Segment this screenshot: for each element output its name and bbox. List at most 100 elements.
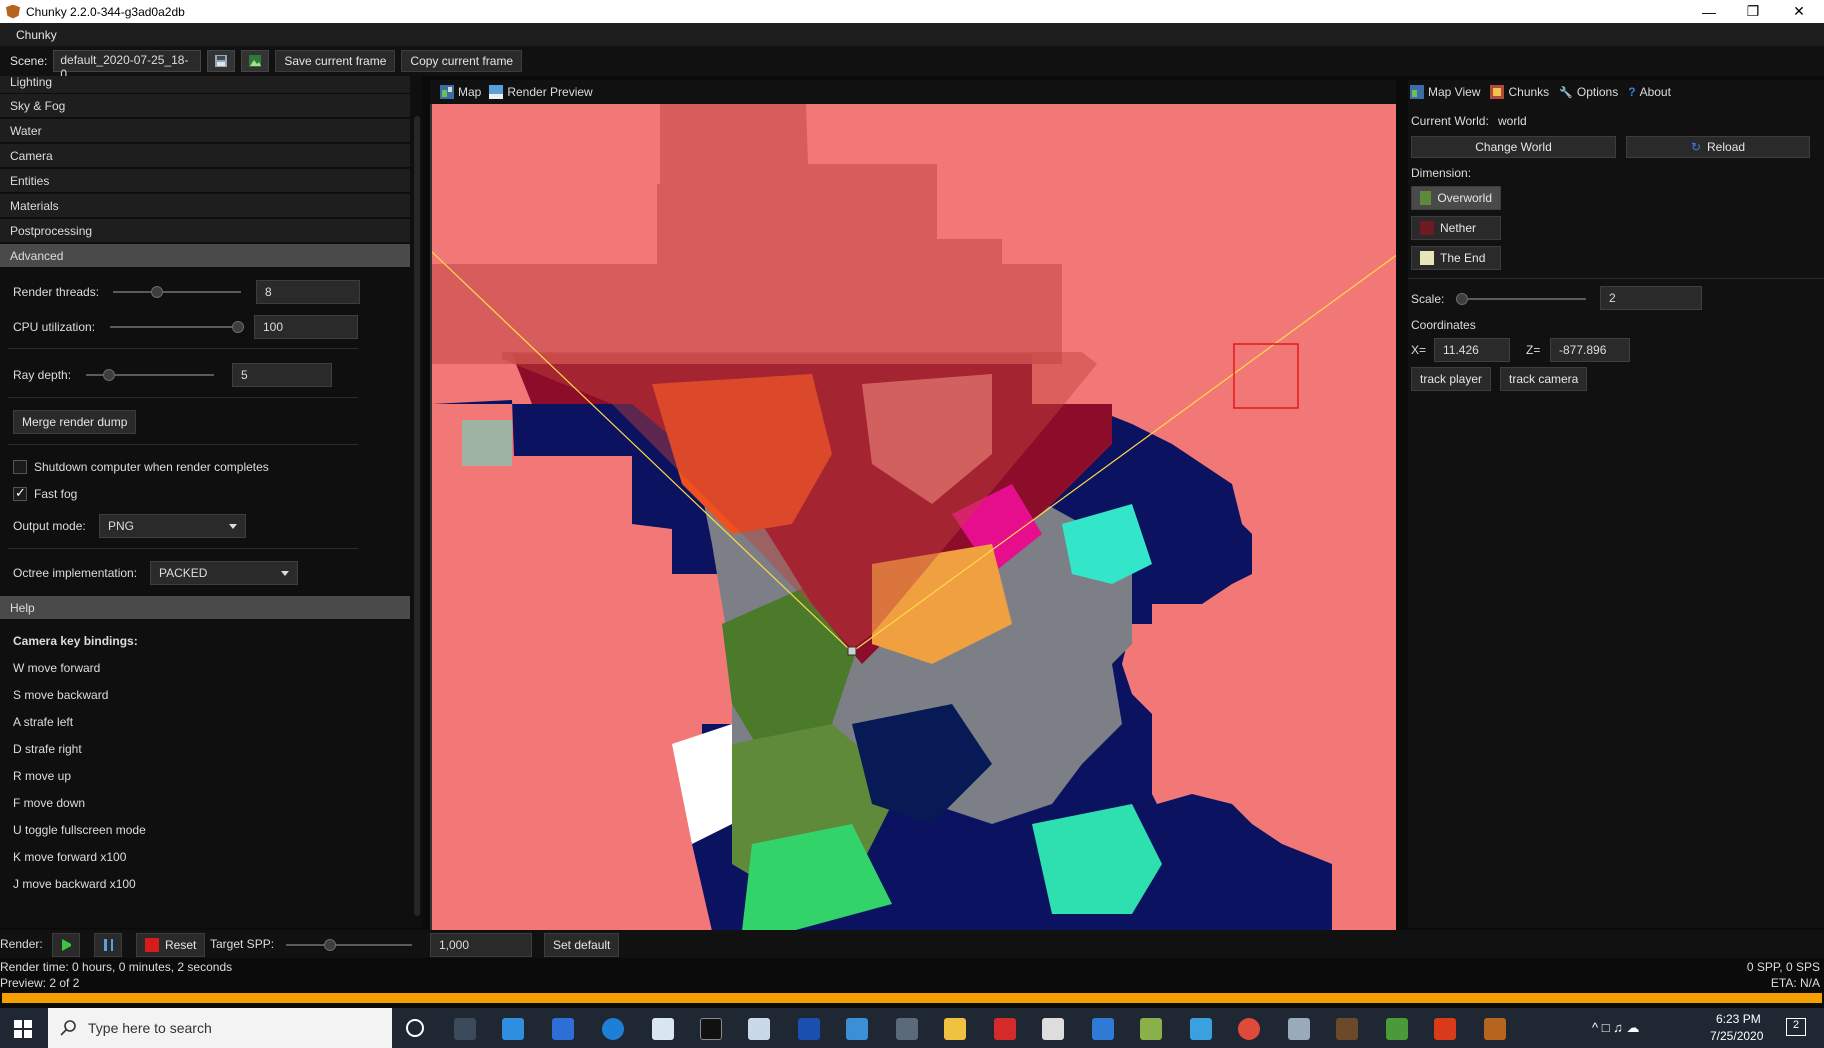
tab-about[interactable]: ? About — [1628, 85, 1671, 99]
taskbar-search[interactable]: Type here to search — [48, 1008, 392, 1048]
section-postprocessing[interactable]: Postprocessing — [0, 219, 410, 243]
restore-button[interactable]: ❐ — [1730, 0, 1776, 23]
scale-field[interactable]: 2 — [1600, 286, 1702, 310]
ray-depth-slider[interactable] — [86, 369, 214, 381]
menu-chunky[interactable]: Chunky — [16, 28, 57, 42]
section-advanced[interactable]: Advanced — [0, 244, 410, 268]
scene-label: Scene: — [10, 54, 48, 68]
video-icon[interactable] — [1042, 1018, 1064, 1040]
octree-select[interactable]: PACKED — [150, 561, 298, 585]
fast-fog-checkbox[interactable]: ✓ — [13, 485, 27, 501]
settings-scrollbar[interactable] — [412, 76, 422, 928]
pause-render-button[interactable] — [94, 933, 122, 957]
section-camera[interactable]: Camera — [0, 144, 410, 168]
ray-depth-knob[interactable] — [103, 369, 115, 381]
load-scene-button[interactable] — [241, 50, 270, 72]
office-icon[interactable] — [1434, 1018, 1456, 1040]
shutdown-checkbox[interactable] — [13, 460, 27, 474]
scene-name-field[interactable]: default_2020-07-25_18-0 — [53, 50, 202, 81]
render-threads-knob[interactable] — [151, 286, 163, 298]
start-render-button[interactable] — [52, 933, 80, 957]
render-time: Render time: 0 hours, 0 minutes, 2 secon… — [0, 960, 233, 974]
minecraft-launcher-icon[interactable] — [1386, 1018, 1408, 1040]
paint-icon[interactable] — [1140, 1018, 1162, 1040]
tab-map-view[interactable]: Map View — [1410, 85, 1480, 99]
system-tray-icons[interactable]: ^ □ ♫ ☁ — [1592, 1020, 1640, 1036]
calculator-icon[interactable] — [896, 1018, 918, 1040]
save-icon — [215, 55, 228, 67]
terminal-icon[interactable] — [700, 1018, 722, 1040]
chrome-icon[interactable] — [1238, 1018, 1260, 1040]
edge-icon[interactable] — [602, 1018, 624, 1040]
change-world-button[interactable]: Change World — [1411, 136, 1616, 158]
spp-status: 0 SPP, 0 SPS — [1746, 960, 1820, 974]
pdf-icon[interactable] — [994, 1018, 1016, 1040]
track-player-button[interactable]: track player — [1411, 367, 1492, 391]
z-coordinate-field[interactable]: -877.896 — [1550, 338, 1630, 362]
terrain-patch — [462, 420, 512, 466]
cpu-utilization-slider[interactable] — [110, 321, 244, 333]
coordinates-label: Coordinates — [1411, 318, 1476, 332]
notification-badge[interactable]: 2 — [1786, 1018, 1806, 1036]
app-icon[interactable] — [798, 1018, 820, 1040]
tab-render-preview[interactable]: Render Preview — [489, 85, 593, 99]
minecraft-icon[interactable] — [1336, 1018, 1358, 1040]
dimension-end-button[interactable]: The End — [1411, 246, 1501, 270]
render-threads-field[interactable]: 8 — [256, 280, 360, 304]
tab-options[interactable]: 🔧 Options — [1559, 85, 1618, 99]
save-frame-button[interactable]: Save current frame — [275, 50, 396, 72]
cpu-utilization-knob[interactable] — [232, 321, 244, 333]
tab-map[interactable]: Map — [440, 85, 481, 99]
clock-date[interactable]: 7/25/2020 — [1710, 1029, 1763, 1043]
track-camera-button[interactable]: track camera — [1500, 367, 1588, 391]
camera-marker — [847, 646, 857, 656]
cpu-utilization-field[interactable]: 100 — [254, 315, 358, 339]
x-coordinate-field[interactable]: 11.426 — [1434, 338, 1510, 362]
task-view-icon[interactable] — [454, 1018, 476, 1040]
target-spp-knob[interactable] — [324, 939, 336, 951]
copy-frame-button[interactable]: Copy current frame — [401, 50, 523, 72]
reload-button[interactable]: ↻ Reload — [1626, 136, 1810, 158]
mail-icon[interactable] — [502, 1018, 524, 1040]
minimize-button[interactable]: — — [1686, 0, 1732, 23]
notepad-icon[interactable] — [748, 1018, 770, 1040]
close-button[interactable]: ✕ — [1776, 0, 1822, 23]
target-spp-field[interactable]: 1,000 — [430, 933, 532, 957]
scale-knob[interactable] — [1456, 293, 1468, 305]
chunky-taskbar-icon[interactable] — [1484, 1018, 1506, 1040]
section-materials[interactable]: Materials — [0, 194, 410, 218]
section-lighting[interactable]: Lighting — [0, 76, 410, 94]
remote-desktop-icon[interactable] — [846, 1018, 868, 1040]
section-sky-fog[interactable]: Sky & Fog — [0, 94, 410, 118]
tool-icon[interactable] — [1288, 1018, 1310, 1040]
reset-render-button[interactable]: Reset — [136, 933, 206, 957]
section-water[interactable]: Water — [0, 119, 410, 143]
file-icon[interactable] — [652, 1018, 674, 1040]
dropbox-icon[interactable] — [552, 1018, 574, 1040]
render-threads-slider[interactable] — [113, 286, 241, 298]
tab-chunks[interactable]: Chunks — [1490, 85, 1549, 99]
checkmark-icon: ✓ — [15, 485, 26, 500]
windows-start-icon[interactable] — [14, 1020, 32, 1038]
scale-label: Scale: — [1411, 292, 1445, 306]
dimension-nether-button[interactable]: Nether — [1411, 216, 1501, 240]
photos-icon[interactable] — [1190, 1018, 1212, 1040]
map-canvas[interactable] — [430, 104, 1396, 931]
merge-render-dump-button[interactable]: Merge render dump — [13, 410, 137, 434]
file-explorer-icon[interactable] — [944, 1018, 966, 1040]
store-icon[interactable] — [1092, 1018, 1114, 1040]
set-default-button[interactable]: Set default — [544, 933, 620, 957]
current-world-label: Current World: — [1411, 114, 1489, 128]
scale-slider[interactable] — [1456, 293, 1586, 305]
cortana-icon[interactable] — [406, 1019, 424, 1037]
clock-time[interactable]: 6:23 PM — [1716, 1012, 1761, 1026]
scrollbar-thumb[interactable] — [414, 116, 420, 916]
output-mode-select[interactable]: PNG — [99, 514, 246, 538]
section-entities[interactable]: Entities — [0, 169, 410, 193]
target-spp-slider[interactable] — [286, 939, 412, 951]
section-help[interactable]: Help — [0, 596, 410, 620]
dimension-overworld-button[interactable]: Overworld — [1411, 186, 1501, 210]
save-scene-button[interactable] — [207, 50, 236, 72]
eta-status: ETA: N/A — [1770, 976, 1820, 990]
ray-depth-field[interactable]: 5 — [232, 363, 332, 387]
